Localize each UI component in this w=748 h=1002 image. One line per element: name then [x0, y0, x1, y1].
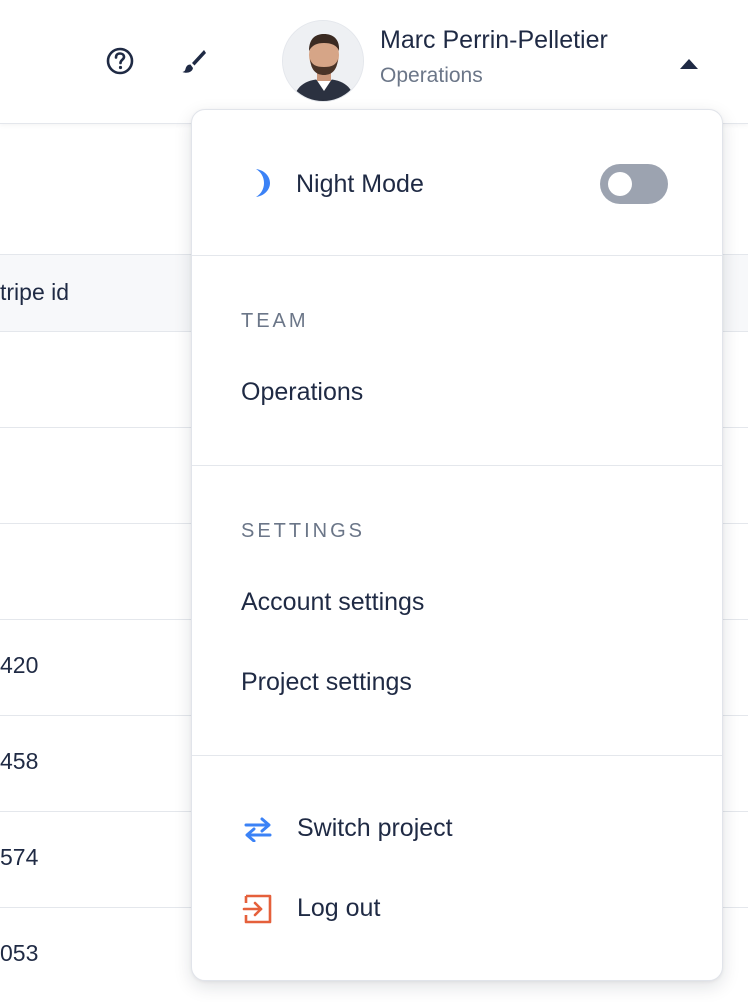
avatar	[282, 20, 364, 102]
user-name: Marc Perrin-Pelletier	[380, 26, 608, 54]
account-settings-item[interactable]: Account settings	[241, 588, 424, 617]
help-icon[interactable]	[104, 45, 136, 77]
moon-icon	[242, 166, 276, 200]
logout-icon	[241, 892, 275, 926]
top-bar: Marc Perrin-Pelletier Operations	[0, 0, 748, 124]
user-team: Operations	[380, 64, 483, 87]
team-item-operations[interactable]: Operations	[241, 378, 363, 407]
table-cell: 420	[0, 652, 39, 678]
logout-item[interactable]: Log out	[297, 894, 380, 923]
team-section-title: TEAM	[241, 310, 309, 332]
caret-up-icon[interactable]	[680, 56, 698, 69]
settings-section-title: SETTINGS	[241, 520, 366, 542]
night-mode-row[interactable]: Night Mode	[242, 164, 672, 204]
table-cell: 574	[0, 844, 39, 870]
toggle-knob	[608, 172, 632, 196]
user-dropdown-menu: Night Mode TEAM Operations SETTINGS Acco…	[191, 109, 723, 981]
night-mode-label: Night Mode	[296, 170, 424, 198]
night-mode-toggle[interactable]	[600, 164, 668, 204]
settings-section: SETTINGS Account settings Project settin…	[192, 466, 722, 756]
project-settings-item[interactable]: Project settings	[241, 668, 412, 697]
table-cell: 458	[0, 748, 39, 774]
team-section: TEAM Operations	[192, 256, 722, 466]
brush-icon[interactable]	[178, 45, 210, 77]
table-cell: 053	[0, 940, 39, 966]
switch-project-item[interactable]: Switch project	[297, 814, 453, 843]
night-mode-section: Night Mode	[192, 110, 722, 256]
switch-arrows-icon	[241, 812, 275, 846]
column-header-stripe-id[interactable]: tripe id	[0, 279, 69, 306]
actions-section: Switch project Log out	[192, 756, 722, 982]
user-menu[interactable]: Marc Perrin-Pelletier Operations	[282, 18, 722, 104]
